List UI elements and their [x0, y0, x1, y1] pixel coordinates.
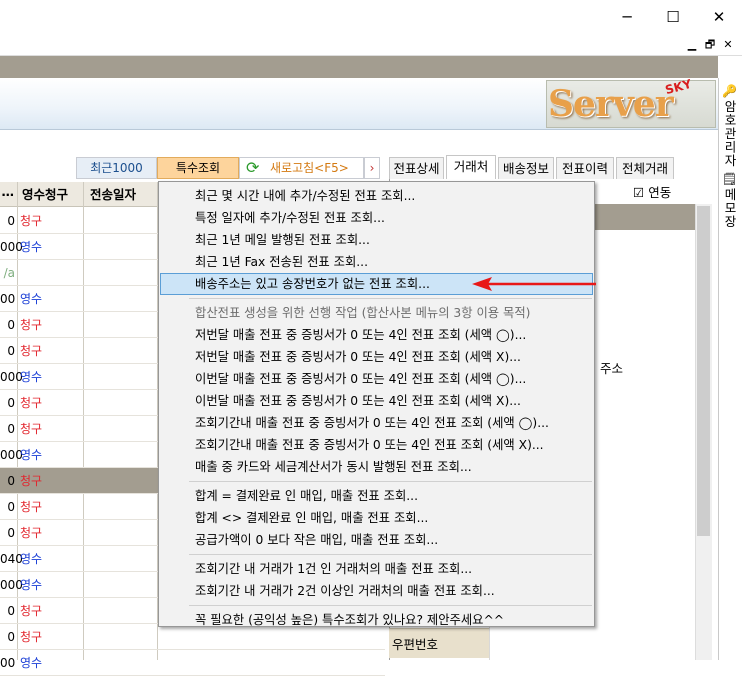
menu-item[interactable]: 저번달 매출 전표 중 증빙서가 0 또는 4인 전표 조회 (세액 ◯)... — [160, 324, 593, 346]
receipt-type-cell: 청구 — [20, 474, 43, 488]
amount-cell: 0 — [7, 604, 15, 618]
close-icon: ✕ — [712, 8, 726, 26]
logo-text: Server — [548, 83, 674, 125]
menu-item[interactable]: 이번달 매출 전표 중 증빙서가 0 또는 4인 전표 조회 (세액 ◯)... — [160, 368, 593, 390]
header-band — [0, 56, 718, 78]
receipt-type-cell: 영수 — [20, 656, 43, 670]
menu-item[interactable]: 조회기간 내 거래가 2건 이상인 거래처의 매출 전표 조회... — [160, 580, 593, 602]
amount-cell: 000 — [0, 370, 23, 384]
receipt-type-cell: 영수 — [20, 370, 43, 384]
receipt-type-cell: 청구 — [20, 630, 43, 644]
menu-item[interactable]: 특정 일자에 추가/수정된 전표 조회... — [160, 207, 593, 229]
menu-separator — [189, 605, 592, 606]
grid-col-amount[interactable]: … — [0, 184, 15, 199]
mdi-minimize-icon: ▁ — [687, 38, 697, 51]
menu-item[interactable]: 이번달 매출 전표 중 증빙서가 0 또는 4인 전표 조회 (세액 X)... — [160, 390, 593, 412]
mdi-bar — [0, 34, 742, 56]
toolbar — [0, 130, 718, 156]
maximize-icon: ☐ — [666, 8, 680, 26]
link-checkbox[interactable]: ☑ 연동 — [633, 182, 671, 201]
menu-item[interactable]: 합계 = 결제완료 인 매입, 매출 전표 조회... — [160, 485, 593, 507]
special-query-menu: 최근 몇 시간 내에 추가/수정된 전표 조회... 특정 일자에 추가/수정된 … — [158, 181, 595, 627]
amount-cell: 0 — [7, 344, 15, 358]
receipt-type-cell: 청구 — [20, 318, 43, 332]
tab-client[interactable]: 거래처 — [446, 155, 496, 179]
receipt-type-cell: 영수 — [20, 578, 43, 592]
red-arrow-annotation — [472, 277, 596, 291]
tab-slip-detail[interactable]: 전표상세 — [389, 157, 444, 179]
receipt-type-cell: 청구 — [20, 500, 43, 514]
menu-item[interactable]: 조회기간내 매출 전표 중 증빙서가 0 또는 4인 전표 조회 (세액 X).… — [160, 434, 593, 456]
key-icon: 🔑 — [722, 84, 737, 98]
receipt-type-cell: 청구 — [20, 604, 43, 618]
amount-cell: 0 — [7, 630, 15, 644]
grid-col-send-date[interactable]: 전송일자 — [90, 184, 136, 203]
menu-item[interactable]: 최근 1년 메일 발행된 전표 조회... — [160, 229, 593, 251]
table-row[interactable]: 00 영수 — [0, 650, 385, 676]
window-minimize-button[interactable]: ─ — [604, 0, 650, 34]
side-tab-password-manager[interactable]: 암호관리자 — [720, 100, 739, 168]
menu-item[interactable]: 조회기간 내 거래가 1건 인 거래처의 매출 전표 조회... — [160, 558, 593, 580]
receipt-type-cell: 청구 — [20, 422, 43, 436]
menu-item[interactable]: 저번달 매출 전표 중 증빙서가 0 또는 4인 전표 조회 (세액 X)... — [160, 346, 593, 368]
menu-separator — [189, 481, 592, 482]
menu-item[interactable]: 공급가액이 0 보다 작은 매입, 매출 전표 조회... — [160, 529, 593, 551]
notepad-icon: 🗒 — [722, 172, 738, 186]
window-maximize-button[interactable]: ☐ — [650, 0, 696, 34]
mdi-minimize-button[interactable]: ▁ — [683, 36, 701, 54]
menu-item[interactable]: 조회기간내 매출 전표 중 증빙서가 0 또는 4인 전표 조회 (세액 ◯).… — [160, 412, 593, 434]
receipt-type-cell: 영수 — [20, 552, 43, 566]
recent-1000-button[interactable]: 최근1000 — [76, 157, 157, 179]
receipt-type-cell: 영수 — [20, 292, 43, 306]
menu-item[interactable]: 꼭 필요한 (공익성 높은) 특수조회가 있나요? 제안주세요^^ — [160, 609, 593, 631]
tab-slip-history[interactable]: 전표이력 — [556, 157, 614, 179]
amount-cell: 0 — [7, 526, 15, 540]
mdi-restore-button[interactable]: 🗗 — [701, 36, 719, 54]
amount-cell: 00 — [0, 292, 16, 306]
address-label: 주소 — [600, 361, 624, 376]
menu-item[interactable]: 최근 1년 Fax 전송된 전표 조회... — [160, 251, 593, 273]
tab-shipping[interactable]: 배송정보 — [498, 157, 554, 179]
amount-cell: 0 — [7, 474, 15, 488]
menu-item[interactable]: 최근 몇 시간 내에 추가/수정된 전표 조회... — [160, 185, 593, 207]
amount-cell: 0 — [7, 214, 15, 228]
receipt-type-cell: 청구 — [20, 214, 43, 228]
receipt-type-cell: 영수 — [20, 240, 43, 254]
menu-group-header: 합산전표 생성을 위한 선행 작업 (합산사본 메뉴의 3항 이용 목적) — [195, 306, 531, 320]
receipt-type-cell: 청구 — [20, 344, 43, 358]
side-tab-notepad[interactable]: 메모장 — [720, 188, 739, 229]
mdi-close-button[interactable]: ✕ — [719, 36, 737, 54]
amount-cell: 000 — [0, 578, 23, 592]
tab-all-transactions[interactable]: 전체거래 — [616, 157, 674, 179]
link-checkbox-label: 연동 — [648, 185, 672, 200]
mdi-close-icon: ✕ — [723, 38, 733, 51]
receipt-type-cell: 청구 — [20, 396, 43, 410]
scrollbar-thumb[interactable] — [697, 206, 710, 536]
toolbar-next-button[interactable]: › — [364, 157, 380, 179]
menu-item[interactable]: 합계 <> 결제완료 인 매입, 매출 전표 조회... — [160, 507, 593, 529]
amount-cell: 0 — [7, 500, 15, 514]
amount-cell: 00 — [0, 656, 16, 670]
amount-cell: 000 — [0, 240, 23, 254]
menu-separator — [189, 554, 592, 555]
grid-col-receipt-type[interactable]: 영수청구 — [22, 184, 68, 203]
mdi-restore-icon: 🗗 — [704, 38, 716, 51]
checkbox-icon: ☑ — [633, 185, 645, 200]
receipt-type-cell: 청구 — [20, 526, 43, 540]
amount-cell: 0 — [7, 396, 15, 410]
receipt-type-cell: 영수 — [20, 448, 43, 462]
amount-cell: /a — [3, 266, 15, 280]
minimize-icon: ─ — [622, 8, 632, 26]
zip-label: 우편번호 — [392, 637, 439, 652]
amount-cell: 0 — [7, 318, 15, 332]
amount-cell: 040 — [0, 552, 23, 566]
amount-cell: 000 — [0, 448, 23, 462]
special-query-button[interactable]: 특수조회 — [157, 157, 239, 179]
window-close-button[interactable]: ✕ — [696, 0, 742, 34]
menu-item[interactable]: 매출 중 카드와 세금계산서가 동시 발행된 전표 조회... — [160, 456, 593, 478]
amount-cell: 0 — [7, 422, 15, 436]
menu-separator — [189, 298, 592, 299]
refresh-icon: ⟳ — [246, 158, 260, 177]
